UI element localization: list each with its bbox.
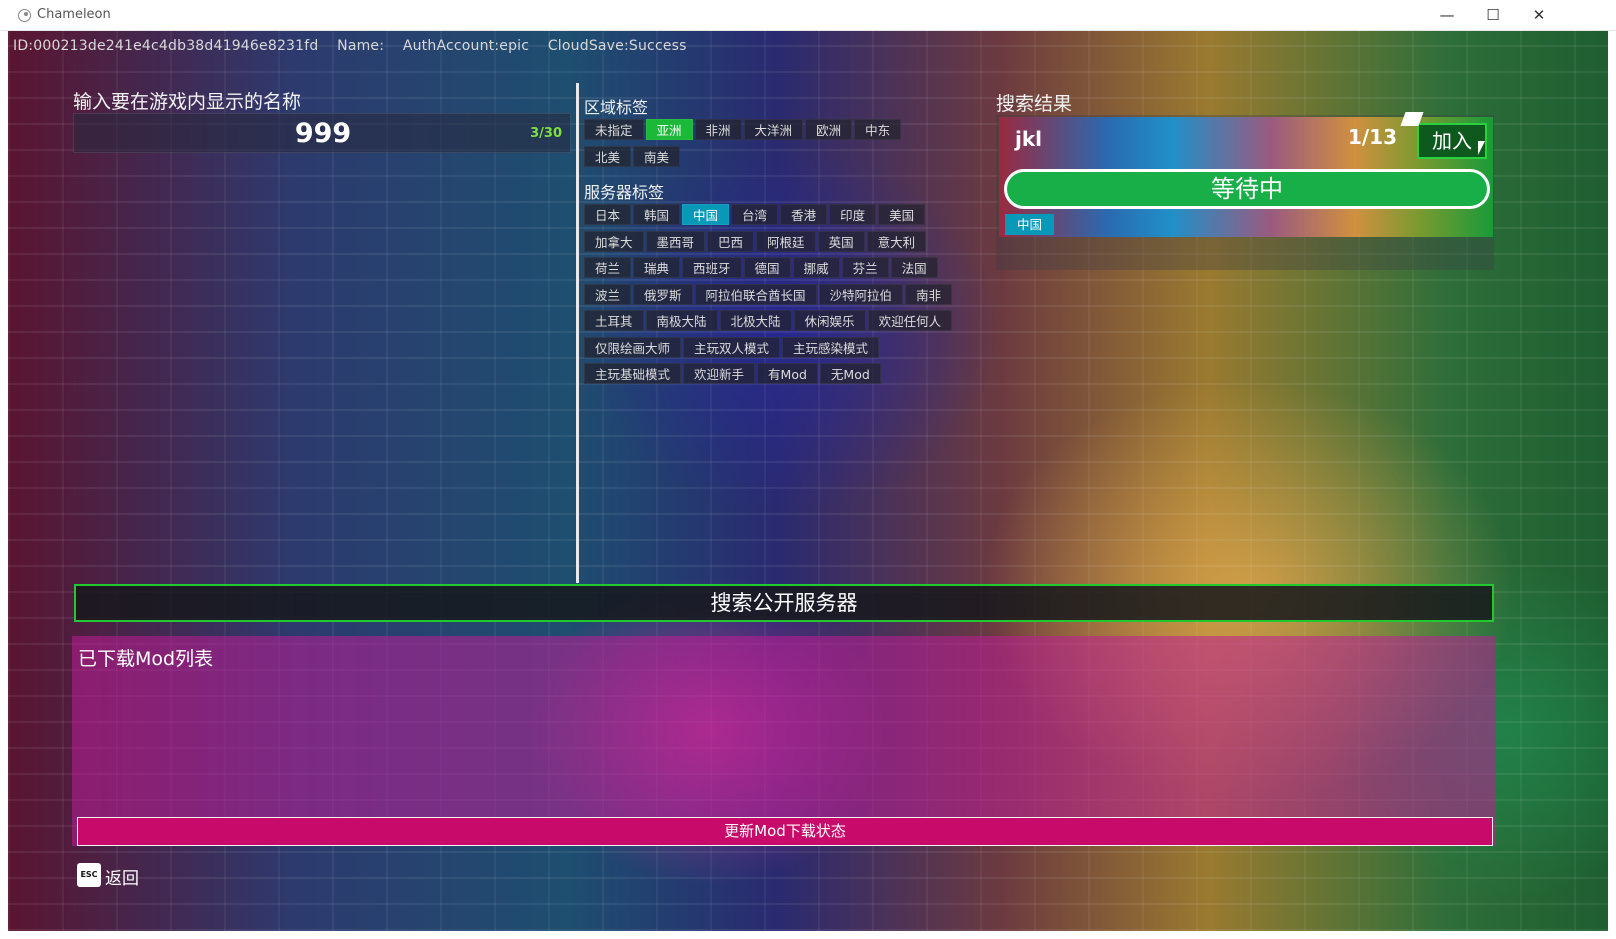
server-tag[interactable]: 主玩双人模式 xyxy=(683,336,781,358)
region-tag[interactable]: 中东 xyxy=(854,119,902,140)
server-tag[interactable]: 加拿大 xyxy=(584,230,644,252)
server-tag[interactable]: 荷兰 xyxy=(584,257,632,278)
downloaded-mods-label: 已下载Mod列表 xyxy=(78,648,214,670)
region-tag[interactable]: 北美 xyxy=(584,145,632,167)
title-bar: Chameleon — ☐ ✕ xyxy=(0,0,1616,31)
server-tag[interactable]: 挪威 xyxy=(792,257,840,278)
server-tag-row: 仅限绘画大师 主玩双人模式 主玩感染模式 xyxy=(584,336,984,364)
server-tag-badge: 中国 xyxy=(1005,214,1055,235)
server-tag-row: 荷兰 瑞典 西班牙 德国 挪威 芬兰 法国 xyxy=(584,257,984,284)
downloaded-mods-panel: 已下载Mod列表 xyxy=(72,636,1496,846)
server-tag[interactable]: 美国 xyxy=(878,204,926,225)
server-tag[interactable]: 休闲娱乐 xyxy=(793,310,866,331)
region-tag[interactable]: 大洋洲 xyxy=(743,119,804,140)
server-tag-row: 波兰 俄罗斯 阿拉伯联合酋长国 沙特阿拉伯 南非 xyxy=(584,283,984,311)
server-tag[interactable]: 主玩基础模式 xyxy=(584,363,682,384)
region-tag[interactable]: 南美 xyxy=(633,145,681,167)
account-id: ID:000213de241e4c4db38d41946e8231fd xyxy=(13,38,319,54)
server-tag-row: 主玩基础模式 欢迎新手 有Mod 无Mod xyxy=(584,363,984,390)
server-tag[interactable]: 香港 xyxy=(780,204,828,225)
server-tag[interactable]: 欢迎任何人 xyxy=(867,310,953,331)
search-public-servers-button[interactable]: 搜索公开服务器 xyxy=(74,584,1494,622)
app-window: Chameleon — ☐ ✕ ID:000213de241e4c4db38d4… xyxy=(0,0,1616,939)
server-tag[interactable]: 北极大陆 xyxy=(719,310,792,331)
display-name-value: 999 xyxy=(294,118,352,149)
account-name: Name: xyxy=(337,38,385,54)
server-tag[interactable]: 台湾 xyxy=(731,204,779,225)
server-tag[interactable]: 日本 xyxy=(584,204,632,225)
server-tag[interactable]: 墨西哥 xyxy=(645,230,706,252)
server-result-card[interactable]: jkl 1/13 加入 等待中 中国 xyxy=(999,112,1493,237)
server-tag[interactable]: 法国 xyxy=(890,257,938,278)
display-name-char-count: 3/30 xyxy=(530,126,562,141)
vertical-divider xyxy=(576,83,579,583)
cloud-save-status: CloudSave:Success xyxy=(547,38,687,54)
server-tag[interactable]: 瑞典 xyxy=(633,257,681,278)
join-button-label: 加入 xyxy=(1432,129,1472,153)
game-view: ID:000213de241e4c4db38d41946e8231fd Name… xyxy=(8,31,1608,931)
server-tag[interactable]: 巴西 xyxy=(707,230,755,252)
region-tag[interactable]: 未指定 xyxy=(584,119,644,140)
server-tag[interactable]: 沙特阿拉伯 xyxy=(818,283,904,305)
join-button[interactable]: 加入 xyxy=(1417,123,1487,159)
server-tag[interactable]: 土耳其 xyxy=(584,310,644,331)
auth-account: AuthAccount:epic xyxy=(402,38,530,54)
server-tag[interactable]: 印度 xyxy=(829,204,877,225)
back-label: 返回 xyxy=(105,869,139,889)
account-status-line: ID:000213de241e4c4db38d41946e8231fd Name… xyxy=(13,38,701,54)
close-button[interactable]: ✕ xyxy=(1516,0,1562,31)
server-tag-row: 日本 韩国 中国 台湾 香港 印度 美国 xyxy=(584,204,984,231)
minimize-button[interactable]: — xyxy=(1424,0,1470,31)
region-tag-group: 未指定 亚洲 非洲 大洋洲 欧洲 中东 北美 南美 xyxy=(584,119,984,172)
search-results-label: 搜索结果 xyxy=(996,93,1073,115)
server-tag[interactable]: 无Mod xyxy=(819,363,881,384)
waiting-status-button[interactable]: 等待中 xyxy=(1004,169,1490,209)
server-tag-row: 加拿大 墨西哥 巴西 阿根廷 英国 意大利 xyxy=(584,230,984,258)
server-name: jkl xyxy=(1015,127,1043,151)
display-name-label: 输入要在游戏内显示的名称 xyxy=(73,91,302,113)
server-tag[interactable]: 中国 xyxy=(682,204,730,225)
server-tag-row: 土耳其 南极大陆 北极大陆 休闲娱乐 欢迎任何人 xyxy=(584,310,984,337)
region-tag[interactable]: 非洲 xyxy=(694,119,742,140)
region-tag[interactable]: 亚洲 xyxy=(645,119,693,140)
server-tag-group: 日本 韩国 中国 台湾 香港 印度 美国 加拿大 墨西哥 巴西 阿根廷 英国 意大利 荷兰 瑞典 西班牙 德国挪… xyxy=(584,204,984,390)
server-tag[interactable]: 有Mod xyxy=(757,363,818,384)
server-tag[interactable]: 阿根廷 xyxy=(756,230,816,252)
region-tag-row: 北美 南美 xyxy=(584,145,984,173)
server-tag[interactable]: 意大利 xyxy=(866,230,927,252)
server-tag[interactable]: 主玩感染模式 xyxy=(782,336,880,358)
server-tag[interactable]: 英国 xyxy=(817,230,865,252)
window-title: Chameleon xyxy=(37,7,111,22)
server-tags-label: 服务器标签 xyxy=(584,183,665,202)
esc-key-icon: ESC xyxy=(77,863,101,887)
region-tag-row: 未指定 亚洲 非洲 大洋洲 欧洲 中东 xyxy=(584,119,984,146)
server-tag[interactable]: 南极大陆 xyxy=(645,310,718,331)
server-tag[interactable]: 阿拉伯联合酋长国 xyxy=(694,283,817,305)
server-tag[interactable]: 南非 xyxy=(905,283,953,305)
server-tag[interactable]: 俄罗斯 xyxy=(633,283,693,305)
server-tag[interactable]: 德国 xyxy=(743,257,791,278)
server-tag[interactable]: 韩国 xyxy=(633,204,681,225)
server-player-count: 1/13 xyxy=(1347,125,1397,149)
server-tag[interactable]: 欢迎新手 xyxy=(683,363,756,384)
update-mod-status-button[interactable]: 更新Mod下载状态 xyxy=(77,817,1493,846)
region-tags-label: 区域标签 xyxy=(584,98,649,117)
server-tag[interactable]: 西班牙 xyxy=(682,257,742,278)
server-tag[interactable]: 仅限绘画大师 xyxy=(584,336,682,358)
maximize-button[interactable]: ☐ xyxy=(1470,0,1516,31)
mouse-cursor-icon xyxy=(1478,141,1485,155)
server-tag[interactable]: 波兰 xyxy=(584,283,632,305)
server-tag[interactable]: 芬兰 xyxy=(841,257,889,278)
chameleon-app-icon xyxy=(18,9,31,22)
display-name-input[interactable]: 999 3/30 xyxy=(73,113,571,153)
region-tag[interactable]: 欧洲 xyxy=(805,119,853,140)
